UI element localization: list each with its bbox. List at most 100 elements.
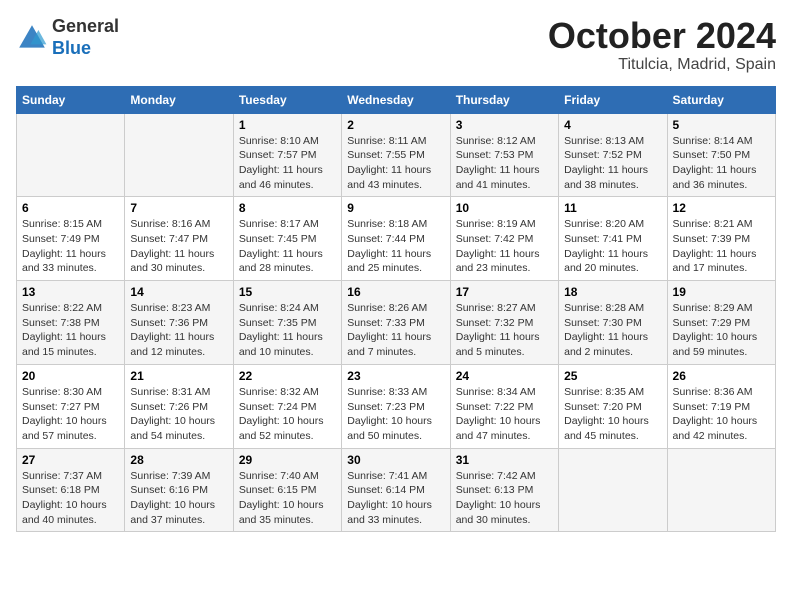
calendar-cell: 18 Sunrise: 8:28 AM Sunset: 7:30 PM Dayli… — [559, 281, 667, 365]
weekday-header: Monday — [125, 86, 233, 113]
day-number: 25 — [564, 369, 661, 383]
day-number: 16 — [347, 285, 444, 299]
calendar-week-row: 20 Sunrise: 8:30 AM Sunset: 7:27 PM Dayli… — [17, 364, 776, 448]
calendar-cell: 9Sunrise: 8:18 AM Sunset: 7:44 PM Daylig… — [342, 197, 450, 281]
day-number: 26 — [673, 369, 770, 383]
day-detail: Sunrise: 8:15 AM Sunset: 7:49 PM Dayligh… — [22, 217, 119, 276]
calendar-cell: 17 Sunrise: 8:27 AM Sunset: 7:32 PM Dayli… — [450, 281, 558, 365]
calendar-cell: 22Sunrise: 8:32 AM Sunset: 7:24 PM Dayli… — [233, 364, 341, 448]
day-number: 10 — [456, 201, 553, 215]
calendar-cell: 28Sunrise: 7:39 AM Sunset: 6:16 PM Dayli… — [125, 448, 233, 532]
day-number: 8 — [239, 201, 336, 215]
calendar-week-row: 6 Sunrise: 8:15 AM Sunset: 7:49 PM Daylig… — [17, 197, 776, 281]
day-detail: Sunrise: 8:30 AM Sunset: 7:27 PM Dayligh… — [22, 385, 119, 444]
weekday-header-row: SundayMondayTuesdayWednesdayThursdayFrid… — [17, 86, 776, 113]
logo: General Blue — [16, 16, 119, 59]
day-number: 11 — [564, 201, 661, 215]
calendar-cell: 3 Sunrise: 8:12 AM Sunset: 7:53 PM Daylig… — [450, 113, 558, 197]
day-number: 3 — [456, 118, 553, 132]
day-number: 15 — [239, 285, 336, 299]
day-detail: Sunrise: 8:20 AM Sunset: 7:41 PM Dayligh… — [564, 217, 661, 276]
day-detail: Sunrise: 8:22 AM Sunset: 7:38 PM Dayligh… — [22, 301, 119, 360]
calendar-cell: 8 Sunrise: 8:17 AM Sunset: 7:45 PM Daylig… — [233, 197, 341, 281]
calendar-cell: 2 Sunrise: 8:11 AM Sunset: 7:55 PM Daylig… — [342, 113, 450, 197]
day-detail: Sunrise: 8:12 AM Sunset: 7:53 PM Dayligh… — [456, 134, 553, 193]
calendar-cell: 4Sunrise: 8:13 AM Sunset: 7:52 PM Daylig… — [559, 113, 667, 197]
calendar-cell: 13 Sunrise: 8:22 AM Sunset: 7:38 PM Dayli… — [17, 281, 125, 365]
day-detail: Sunrise: 8:26 AM Sunset: 7:33 PM Dayligh… — [347, 301, 444, 360]
day-number: 1 — [239, 118, 336, 132]
day-detail: Sunrise: 7:39 AM Sunset: 6:16 PM Dayligh… — [130, 469, 227, 528]
day-number: 2 — [347, 118, 444, 132]
page-header: General Blue October 2024 Titulcia, Madr… — [16, 16, 776, 74]
day-detail: Sunrise: 8:27 AM Sunset: 7:32 PM Dayligh… — [456, 301, 553, 360]
calendar-cell — [667, 448, 775, 532]
location: Titulcia, Madrid, Spain — [548, 56, 776, 74]
day-detail: Sunrise: 8:29 AM Sunset: 7:29 PM Dayligh… — [673, 301, 770, 360]
day-number: 13 — [22, 285, 119, 299]
calendar-cell: 16 Sunrise: 8:26 AM Sunset: 7:33 PM Dayli… — [342, 281, 450, 365]
day-detail: Sunrise: 8:21 AM Sunset: 7:39 PM Dayligh… — [673, 217, 770, 276]
calendar-cell — [559, 448, 667, 532]
calendar-cell: 21 Sunrise: 8:31 AM Sunset: 7:26 PM Dayli… — [125, 364, 233, 448]
day-number: 21 — [130, 369, 227, 383]
day-number: 30 — [347, 453, 444, 467]
day-number: 6 — [22, 201, 119, 215]
logo-text: General Blue — [52, 16, 119, 59]
weekday-header: Saturday — [667, 86, 775, 113]
weekday-header: Sunday — [17, 86, 125, 113]
month-title: October 2024 — [548, 16, 776, 56]
calendar-cell: 31 Sunrise: 7:42 AM Sunset: 6:13 PM Dayli… — [450, 448, 558, 532]
calendar-cell: 10 Sunrise: 8:19 AM Sunset: 7:42 PM Dayli… — [450, 197, 558, 281]
day-detail: Sunrise: 8:31 AM Sunset: 7:26 PM Dayligh… — [130, 385, 227, 444]
day-number: 27 — [22, 453, 119, 467]
day-number: 17 — [456, 285, 553, 299]
calendar-cell: 26 Sunrise: 8:36 AM Sunset: 7:19 PM Dayli… — [667, 364, 775, 448]
day-number: 20 — [22, 369, 119, 383]
calendar-cell: 1 Sunrise: 8:10 AM Sunset: 7:57 PM Daylig… — [233, 113, 341, 197]
calendar-cell: 19 Sunrise: 8:29 AM Sunset: 7:29 PM Dayli… — [667, 281, 775, 365]
day-detail: Sunrise: 8:28 AM Sunset: 7:30 PM Dayligh… — [564, 301, 661, 360]
day-number: 18 — [564, 285, 661, 299]
day-number: 22 — [239, 369, 336, 383]
day-detail: Sunrise: 8:17 AM Sunset: 7:45 PM Dayligh… — [239, 217, 336, 276]
day-detail: Sunrise: 8:36 AM Sunset: 7:19 PM Dayligh… — [673, 385, 770, 444]
calendar-cell — [17, 113, 125, 197]
day-number: 19 — [673, 285, 770, 299]
calendar-cell: 24Sunrise: 8:34 AM Sunset: 7:22 PM Dayli… — [450, 364, 558, 448]
day-detail: Sunrise: 8:19 AM Sunset: 7:42 PM Dayligh… — [456, 217, 553, 276]
day-detail: Sunrise: 8:24 AM Sunset: 7:35 PM Dayligh… — [239, 301, 336, 360]
calendar-cell: 23 Sunrise: 8:33 AM Sunset: 7:23 PM Dayli… — [342, 364, 450, 448]
calendar-cell: 5 Sunrise: 8:14 AM Sunset: 7:50 PM Daylig… — [667, 113, 775, 197]
day-detail: Sunrise: 7:37 AM Sunset: 6:18 PM Dayligh… — [22, 469, 119, 528]
day-number: 31 — [456, 453, 553, 467]
day-number: 23 — [347, 369, 444, 383]
logo-icon — [16, 22, 48, 54]
day-detail: Sunrise: 8:23 AM Sunset: 7:36 PM Dayligh… — [130, 301, 227, 360]
day-number: 12 — [673, 201, 770, 215]
calendar-cell: 25Sunrise: 8:35 AM Sunset: 7:20 PM Dayli… — [559, 364, 667, 448]
day-detail: Sunrise: 7:40 AM Sunset: 6:15 PM Dayligh… — [239, 469, 336, 528]
day-detail: Sunrise: 8:13 AM Sunset: 7:52 PM Dayligh… — [564, 134, 661, 193]
day-detail: Sunrise: 8:11 AM Sunset: 7:55 PM Dayligh… — [347, 134, 444, 193]
day-number: 5 — [673, 118, 770, 132]
day-detail: Sunrise: 8:18 AM Sunset: 7:44 PM Dayligh… — [347, 217, 444, 276]
logo-general: General — [52, 16, 119, 36]
calendar-week-row: 13 Sunrise: 8:22 AM Sunset: 7:38 PM Dayli… — [17, 281, 776, 365]
calendar-week-row: 1 Sunrise: 8:10 AM Sunset: 7:57 PM Daylig… — [17, 113, 776, 197]
logo-blue: Blue — [52, 38, 91, 58]
day-detail: Sunrise: 7:41 AM Sunset: 6:14 PM Dayligh… — [347, 469, 444, 528]
day-detail: Sunrise: 8:14 AM Sunset: 7:50 PM Dayligh… — [673, 134, 770, 193]
weekday-header: Friday — [559, 86, 667, 113]
day-detail: Sunrise: 8:10 AM Sunset: 7:57 PM Dayligh… — [239, 134, 336, 193]
day-number: 24 — [456, 369, 553, 383]
day-detail: Sunrise: 8:33 AM Sunset: 7:23 PM Dayligh… — [347, 385, 444, 444]
day-detail: Sunrise: 7:42 AM Sunset: 6:13 PM Dayligh… — [456, 469, 553, 528]
calendar-cell: 20 Sunrise: 8:30 AM Sunset: 7:27 PM Dayli… — [17, 364, 125, 448]
calendar-cell: 30 Sunrise: 7:41 AM Sunset: 6:14 PM Dayli… — [342, 448, 450, 532]
weekday-header: Tuesday — [233, 86, 341, 113]
weekday-header: Thursday — [450, 86, 558, 113]
calendar-cell: 27 Sunrise: 7:37 AM Sunset: 6:18 PM Dayli… — [17, 448, 125, 532]
calendar-table: SundayMondayTuesdayWednesdayThursdayFrid… — [16, 86, 776, 533]
calendar-cell: 14Sunrise: 8:23 AM Sunset: 7:36 PM Dayli… — [125, 281, 233, 365]
